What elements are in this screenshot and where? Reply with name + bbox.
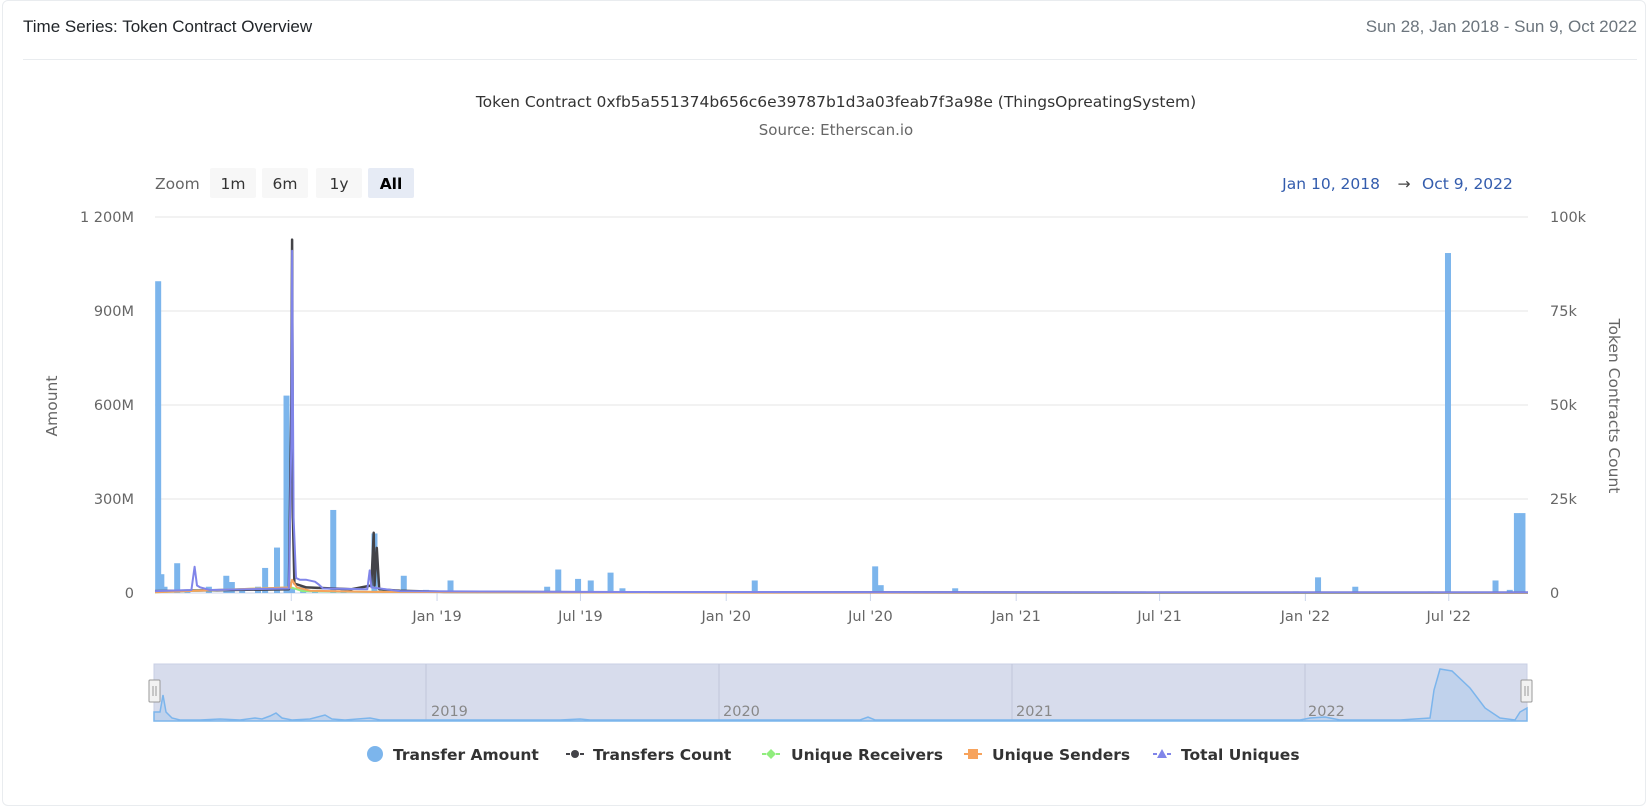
y-left-tick-label: 0 bbox=[125, 586, 134, 602]
transfer-amount-bar bbox=[155, 281, 162, 593]
zoom-1m-label: 1m bbox=[221, 175, 246, 193]
legend-label-transfers-count: Transfers Count bbox=[593, 746, 732, 764]
zoom-label: Zoom bbox=[155, 175, 200, 193]
legend-item-transfers-count[interactable]: Transfers Count bbox=[566, 746, 732, 764]
navigator-handle-right[interactable] bbox=[1520, 679, 1533, 703]
chart-svg: Token Contract 0xfb5a551374b656c6e39787b… bbox=[43, 93, 1623, 764]
navigator-year-2021: 2021 bbox=[1016, 704, 1053, 720]
x-tick-label: Jan '21 bbox=[990, 609, 1040, 625]
legend-marker-dot-icon bbox=[571, 750, 579, 758]
navigator-year-2020: 2020 bbox=[723, 704, 760, 720]
zoom-all-label: All bbox=[380, 175, 403, 193]
transfer-amount-bar bbox=[174, 563, 181, 593]
zoom-1y-label: 1y bbox=[329, 175, 348, 193]
x-tick-label: Jan '19 bbox=[411, 609, 461, 625]
y-axis-right-title: Token Contracts Count bbox=[1605, 318, 1623, 494]
grid-lines bbox=[155, 216, 1528, 594]
range-arrow: → bbox=[1398, 175, 1411, 193]
legend: Transfer Amount Transfers Count Unique R… bbox=[367, 746, 1300, 764]
total-uniques-line bbox=[154, 249, 1528, 594]
y-right-tick-label: 75k bbox=[1550, 304, 1577, 320]
zoom-1y-button[interactable]: 1y bbox=[316, 168, 362, 198]
chart-subtitle: Source: Etherscan.io bbox=[759, 121, 913, 139]
y-left-tick-label: 1 200M bbox=[80, 210, 134, 226]
zoom-6m-label: 6m bbox=[273, 175, 298, 193]
y-axis-left-title: Amount bbox=[43, 376, 61, 437]
legend-item-total-uniques[interactable]: Total Uniques bbox=[1153, 746, 1300, 764]
transfer-amount-bar bbox=[228, 582, 235, 593]
y-right-tick-label: 25k bbox=[1550, 492, 1577, 508]
x-tick-label: Jul '18 bbox=[268, 609, 314, 625]
navigator-year-2019: 2019 bbox=[431, 704, 468, 720]
legend-marker-circle-icon bbox=[367, 746, 383, 762]
x-tick-label: Jan '22 bbox=[1280, 609, 1330, 625]
y-right-tick-label: 0 bbox=[1550, 586, 1559, 602]
transfer-amount-bar bbox=[1519, 513, 1526, 593]
y-right-tick-label: 100k bbox=[1550, 210, 1587, 226]
legend-label-total-uniques: Total Uniques bbox=[1181, 746, 1300, 764]
y-left-tick-label: 300M bbox=[94, 492, 134, 508]
legend-label-unique-receivers: Unique Receivers bbox=[791, 746, 943, 764]
legend-marker-diamond-icon bbox=[766, 749, 776, 759]
legend-label-unique-senders: Unique Senders bbox=[992, 746, 1130, 764]
transfer-amount-bar bbox=[1315, 577, 1322, 593]
transfer-amount-bar bbox=[330, 509, 337, 593]
navigator[interactable]: 2019 2020 2021 2022 bbox=[148, 663, 1533, 722]
x-tick-label: Jan '20 bbox=[701, 609, 751, 625]
range-from-date[interactable]: Jan 10, 2018 bbox=[1281, 175, 1380, 193]
x-tick-label: Jul '19 bbox=[557, 609, 603, 625]
transfer-amount-bar bbox=[1513, 513, 1520, 593]
x-tick-label: Jul '20 bbox=[847, 609, 893, 625]
legend-marker-square-icon bbox=[968, 749, 978, 759]
transfer-amount-bar bbox=[607, 572, 614, 593]
y-axis-right: 0 25k 50k 75k 100k bbox=[1550, 210, 1587, 602]
transfer-amount-bar bbox=[274, 547, 281, 593]
chart-title: Token Contract 0xfb5a551374b656c6e39787b… bbox=[475, 93, 1196, 111]
x-tick-label: Jul '21 bbox=[1136, 609, 1182, 625]
y-axis-left: 0 300M 600M 900M 1 200M bbox=[80, 210, 134, 602]
series-transfer-amount bbox=[155, 253, 1526, 594]
legend-marker-triangle-icon bbox=[1157, 749, 1167, 758]
x-tick-label: Jul '22 bbox=[1425, 609, 1471, 625]
transfers-count-line bbox=[154, 238, 1528, 594]
legend-item-transfer-amount[interactable]: Transfer Amount bbox=[367, 746, 539, 764]
transfer-amount-bar bbox=[1492, 580, 1499, 593]
y-left-tick-label: 900M bbox=[94, 304, 134, 320]
zoom-all-button[interactable]: All bbox=[368, 168, 414, 198]
line-series bbox=[154, 238, 1529, 594]
x-axis: Jul '18 Jan '19 Jul '19 Jan '20 Jul '20 Jan '… bbox=[268, 593, 1471, 625]
transfer-amount-bar bbox=[872, 566, 879, 593]
legend-item-unique-receivers[interactable]: Unique Receivers bbox=[762, 746, 943, 764]
legend-label-transfer-amount: Transfer Amount bbox=[393, 746, 539, 764]
transfer-amount-bar bbox=[1444, 253, 1451, 594]
y-left-tick-label: 600M bbox=[94, 398, 134, 414]
navigator-handle-left[interactable] bbox=[148, 679, 161, 703]
legend-item-unique-senders[interactable]: Unique Senders bbox=[964, 746, 1130, 764]
transfer-amount-bar bbox=[555, 569, 562, 593]
zoom-6m-button[interactable]: 6m bbox=[262, 168, 308, 198]
y-right-tick-label: 50k bbox=[1550, 398, 1577, 414]
range-to-date[interactable]: Oct 9, 2022 bbox=[1422, 175, 1513, 193]
zoom-1m-button[interactable]: 1m bbox=[210, 168, 256, 198]
